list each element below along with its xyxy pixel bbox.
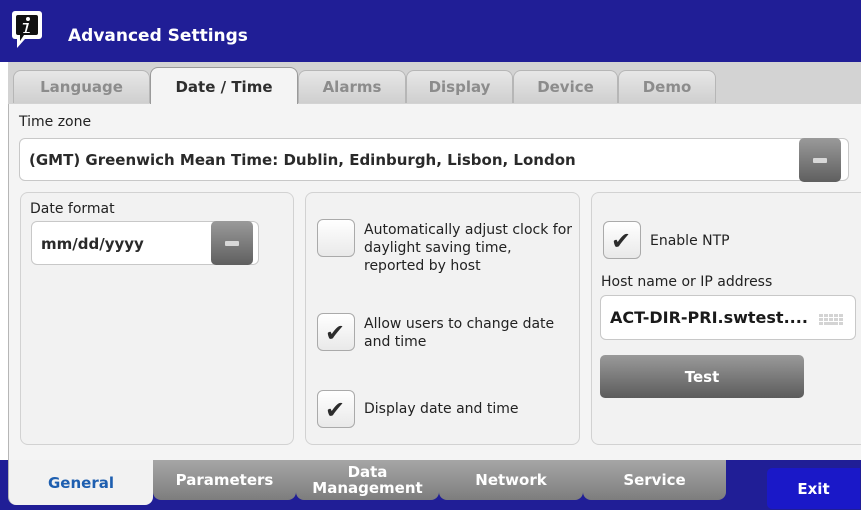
test-button[interactable]: Test <box>600 355 804 398</box>
date-format-value: mm/dd/yyyy <box>41 235 144 253</box>
chevron-down-icon <box>225 241 239 246</box>
bottom-nav-bar: General Parameters Data Management Netwo… <box>0 460 861 510</box>
tab-date-time[interactable]: Date / Time <box>150 67 298 105</box>
date-format-panel: Date format mm/dd/yyyy <box>20 192 294 445</box>
ntp-panel: ✔ Enable NTP Host name or IP address ACT… <box>591 192 861 445</box>
display-datetime-checkbox[interactable]: ✔ <box>317 390 355 428</box>
date-time-settings: Time zone (GMT) Greenwich Mean Time: Dub… <box>8 104 861 460</box>
checkmark-icon: ✔ <box>325 319 346 347</box>
auto-dst-checkbox[interactable] <box>317 219 355 257</box>
auto-dst-label: Automatically adjust clock for daylight … <box>364 222 573 274</box>
tab-demo[interactable]: Demo <box>618 70 716 103</box>
display-datetime-label: Display date and time <box>364 401 519 417</box>
tab-network[interactable]: Network <box>439 460 583 500</box>
exit-button[interactable]: Exit <box>767 468 860 509</box>
settings-tab-bar: Language Date / Time Alarms Display Devi… <box>8 62 861 105</box>
info-icon <box>12 11 42 48</box>
enable-ntp-checkbox[interactable]: ✔ <box>603 221 641 259</box>
tab-device[interactable]: Device <box>513 70 618 103</box>
checkmark-icon: ✔ <box>325 396 346 424</box>
tab-service[interactable]: Service <box>583 460 726 500</box>
keyboard-icon[interactable] <box>819 314 843 326</box>
clock-options-panel: Automatically adjust clock for daylight … <box>305 192 580 445</box>
tab-language[interactable]: Language <box>13 70 150 103</box>
host-value: ACT-DIR-PRI.swtest.... <box>610 308 808 327</box>
tab-data-management[interactable]: Data Management <box>296 460 439 500</box>
timezone-value: (GMT) Greenwich Mean Time: Dublin, Edinb… <box>29 151 576 169</box>
chevron-down-icon <box>813 158 827 163</box>
page-title: Advanced Settings <box>68 26 248 46</box>
checkmark-icon: ✔ <box>611 227 632 255</box>
host-label: Host name or IP address <box>601 274 773 290</box>
title-bar: Advanced Settings <box>0 0 861 62</box>
allow-change-checkbox[interactable]: ✔ <box>317 313 355 351</box>
date-format-dropdown-button[interactable] <box>211 221 253 265</box>
tab-parameters[interactable]: Parameters <box>153 460 296 500</box>
timezone-select[interactable]: (GMT) Greenwich Mean Time: Dublin, Edinb… <box>19 138 849 181</box>
tab-display[interactable]: Display <box>406 70 513 103</box>
timezone-dropdown-button[interactable] <box>799 138 841 182</box>
tab-general[interactable]: General <box>8 460 153 505</box>
enable-ntp-label: Enable NTP <box>650 233 730 249</box>
timezone-label: Time zone <box>19 114 92 130</box>
date-format-label: Date format <box>30 201 115 217</box>
host-input[interactable]: ACT-DIR-PRI.swtest.... <box>600 295 856 340</box>
tab-alarms[interactable]: Alarms <box>298 70 406 103</box>
allow-change-label: Allow users to change date and time <box>364 316 555 350</box>
